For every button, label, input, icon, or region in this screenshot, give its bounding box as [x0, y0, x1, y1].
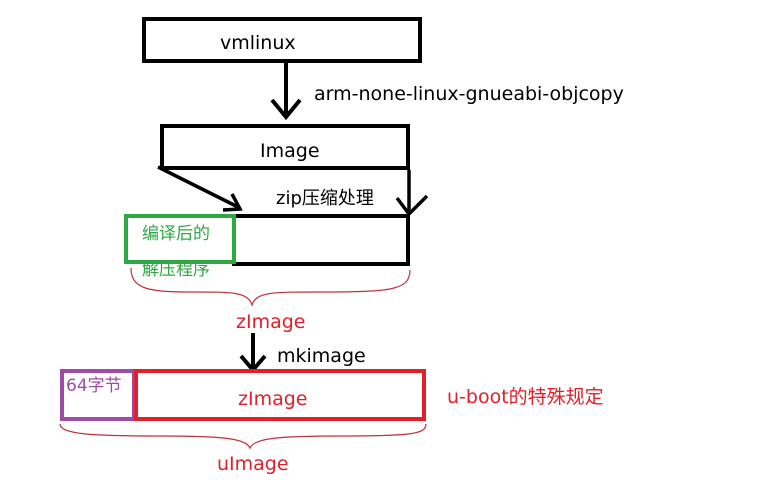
header-64-label: 64字节: [66, 376, 122, 396]
arrow-mkimage: [239, 333, 267, 374]
image-label: Image: [260, 140, 320, 162]
arrow-image-to-compressed: [157, 165, 243, 212]
zimage-box-label: zImage: [238, 388, 308, 410]
arrow-vmlinux-to-image: [270, 62, 302, 121]
uboot-rule-label: u-boot的特殊规定: [447, 386, 604, 408]
decompressor-label-line1: 编译后的: [142, 224, 210, 244]
mkimage-label: mkimage: [277, 345, 366, 367]
zimage-brace-label: zImage: [236, 311, 306, 333]
uimage-brace-label: uImage: [217, 453, 289, 475]
objcopy-label: arm-none-linux-gnueabi-objcopy: [314, 83, 624, 105]
brace-uimage: [59, 423, 427, 450]
vmlinux-label: vmlinux: [220, 32, 296, 54]
zip-label: zip压缩处理: [276, 188, 374, 209]
arrow-right-compress: [395, 170, 429, 217]
compressed-image-box: [232, 214, 410, 266]
decompressor-label-line2: 解压程序: [142, 260, 210, 280]
kernel-image-build-diagram: vmlinux arm-none-linux-gnueabi-objcopy I…: [0, 0, 763, 488]
